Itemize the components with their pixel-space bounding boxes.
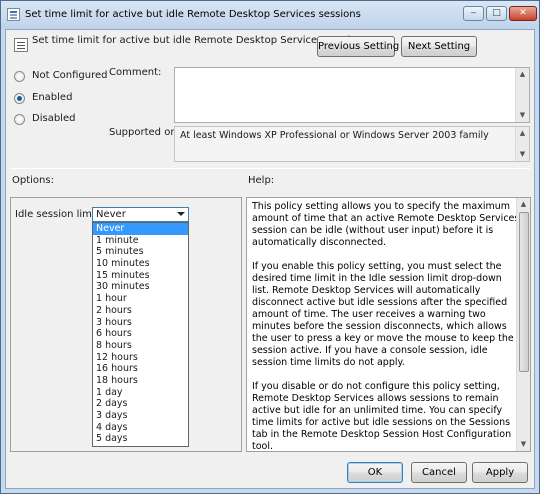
supported-on-label: Supported on:: [109, 127, 181, 138]
dropdown-option[interactable]: 1 minute: [93, 235, 188, 247]
dropdown-option[interactable]: 16 hours: [93, 363, 188, 375]
idle-session-limit-value: Never: [96, 209, 126, 220]
policy-app-icon: [7, 8, 20, 21]
dropdown-option[interactable]: 4 days: [93, 422, 188, 434]
dropdown-option[interactable]: 8 hours: [93, 340, 188, 352]
help-paragraph: If you disable or do not configure this …: [252, 381, 512, 452]
dropdown-option[interactable]: 6 hours: [93, 328, 188, 340]
scroll-up-arrow-icon[interactable]: ▲: [516, 127, 529, 140]
cancel-button[interactable]: Cancel: [411, 462, 467, 483]
dropdown-option[interactable]: 5 minutes: [93, 246, 188, 258]
close-button[interactable]: ✕: [509, 6, 537, 21]
dropdown-option[interactable]: 12 hours: [93, 352, 188, 364]
radio-label-not-configured: Not Configured: [32, 70, 108, 81]
scroll-down-arrow-icon[interactable]: ▼: [516, 109, 529, 122]
dropdown-option[interactable]: 2 days: [93, 398, 188, 410]
supported-on-field: At least Windows XP Professional or Wind…: [174, 126, 530, 162]
dropdown-option[interactable]: 18 hours: [93, 375, 188, 387]
supported-on-value: At least Windows XP Professional or Wind…: [180, 130, 489, 141]
maximize-button[interactable]: □: [486, 6, 507, 21]
supported-on-scrollbar[interactable]: ▲ ▼: [515, 127, 529, 161]
comment-label: Comment:: [109, 67, 162, 78]
comment-scrollbar[interactable]: ▲ ▼: [515, 68, 529, 122]
apply-button[interactable]: Apply: [472, 462, 528, 483]
dropdown-option[interactable]: Never: [93, 223, 188, 235]
comment-textarea[interactable]: ▲ ▼: [174, 67, 530, 123]
radio-button-selected-icon[interactable]: [14, 93, 25, 104]
window-title: Set time limit for active but idle Remot…: [25, 9, 361, 20]
radio-button-icon[interactable]: [14, 71, 25, 82]
help-heading: Help:: [248, 175, 275, 186]
chevron-down-icon[interactable]: [177, 212, 185, 216]
section-divider: [10, 168, 530, 169]
dropdown-option[interactable]: 30 minutes: [93, 281, 188, 293]
scroll-up-arrow-icon[interactable]: ▲: [516, 68, 529, 81]
dropdown-option[interactable]: 2 hours: [93, 305, 188, 317]
minimize-button[interactable]: ‒: [463, 6, 484, 21]
radio-button-icon[interactable]: [14, 114, 25, 125]
scroll-up-arrow-icon[interactable]: ▲: [517, 198, 530, 211]
help-text: This policy setting allows you to specif…: [252, 201, 520, 452]
dropdown-option[interactable]: 10 minutes: [93, 258, 188, 270]
dropdown-option[interactable]: 1 hour: [93, 293, 188, 305]
dialog-body: Set time limit for active but idle Remot…: [5, 29, 535, 489]
radio-label-enabled: Enabled: [32, 92, 73, 103]
radio-label-disabled: Disabled: [32, 113, 76, 124]
policy-setting-icon: [14, 38, 28, 52]
help-panel: This policy setting allows you to specif…: [246, 197, 531, 452]
idle-session-limit-combobox[interactable]: Never: [92, 207, 189, 222]
options-panel: Idle session limit: Never Never 1 minute 5…: [10, 197, 242, 452]
dropdown-option[interactable]: 3 days: [93, 410, 188, 422]
dropdown-option[interactable]: 15 minutes: [93, 270, 188, 282]
scroll-down-arrow-icon[interactable]: ▼: [516, 148, 529, 161]
dropdown-option[interactable]: 3 hours: [93, 317, 188, 329]
help-paragraph: This policy setting allows you to specif…: [252, 201, 520, 248]
idle-session-limit-label: Idle session limit:: [15, 209, 102, 220]
ok-button[interactable]: OK: [347, 462, 403, 483]
previous-setting-button[interactable]: Previous Setting: [317, 36, 399, 57]
help-paragraph: If you enable this policy setting, you m…: [252, 261, 514, 368]
dropdown-option[interactable]: 1 day: [93, 387, 188, 399]
help-scrollbar[interactable]: ▲ ▼: [516, 198, 530, 451]
idle-session-limit-dropdown[interactable]: Never 1 minute 5 minutes 10 minutes 15 minut…: [92, 222, 189, 447]
dropdown-option[interactable]: 5 days: [93, 433, 188, 445]
scrollbar-thumb[interactable]: [519, 212, 529, 372]
next-setting-button[interactable]: Next Setting: [401, 36, 477, 57]
scroll-down-arrow-icon[interactable]: ▼: [517, 438, 530, 451]
policy-dialog-window: Set time limit for active but idle Remot…: [0, 0, 540, 494]
title-bar[interactable]: Set time limit for active but idle Remot…: [1, 1, 539, 29]
options-heading: Options:: [12, 175, 54, 186]
